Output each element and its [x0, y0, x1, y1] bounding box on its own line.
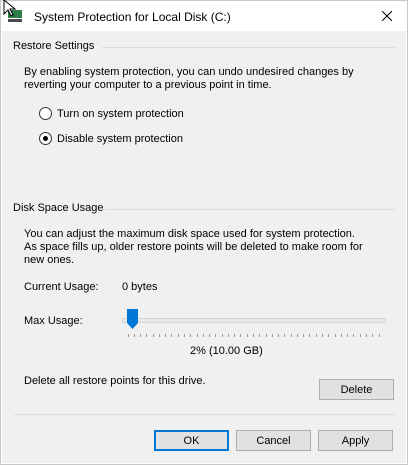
current-usage-label: Current Usage: — [24, 281, 99, 293]
slider-tick — [202, 334, 204, 337]
slider-tick — [328, 334, 330, 337]
slider-tick — [322, 334, 324, 337]
max-usage-value: 2% (10.00 GB) — [190, 345, 263, 357]
delete-restore-points-text: Delete all restore points for this drive… — [24, 375, 206, 387]
footer-divider — [14, 414, 395, 415]
slider-tick — [221, 334, 223, 337]
slider-tick — [240, 334, 242, 337]
slider-tick — [140, 334, 142, 337]
ok-button[interactable]: OK — [154, 430, 229, 451]
slider-tick — [133, 334, 135, 337]
slider-tick — [259, 334, 261, 337]
slider-tick — [284, 334, 286, 337]
slider-tick — [290, 334, 292, 337]
slider-tick — [278, 334, 280, 337]
max-usage-slider[interactable] — [122, 309, 386, 337]
slider-tick — [378, 334, 380, 337]
slider-tick — [171, 334, 173, 337]
apply-button[interactable]: Apply — [318, 430, 393, 451]
slider-tick — [246, 334, 248, 337]
mouse-cursor-icon — [3, 0, 17, 17]
disk-space-usage-separator — [105, 209, 395, 210]
slider-tick — [190, 334, 192, 337]
title-bar: System Protection for Local Disk (C:) — [1, 1, 407, 31]
slider-tick — [253, 334, 254, 337]
window-title: System Protection for Local Disk (C:) — [34, 10, 231, 24]
slider-track[interactable] — [122, 318, 386, 323]
dialog-content: Restore Settings By enabling system prot… — [2, 31, 406, 463]
delete-button[interactable]: Delete — [319, 379, 394, 400]
slider-tick — [227, 334, 229, 337]
disable-protection-radio[interactable]: Disable system protection — [39, 132, 183, 145]
slider-tick — [265, 334, 267, 337]
slider-tick — [353, 334, 355, 337]
slider-tick — [177, 334, 179, 337]
slider-tick — [127, 334, 129, 337]
slider-tick — [372, 334, 374, 337]
slider-tick — [303, 334, 305, 337]
slider-tick — [215, 334, 217, 337]
cancel-button-label: Cancel — [256, 434, 291, 447]
close-button[interactable] — [367, 1, 407, 31]
turn-on-protection-label: Turn on system protection — [57, 107, 184, 120]
radio-button-unchecked[interactable] — [39, 107, 52, 120]
disk-space-usage-title: Disk Space Usage — [13, 202, 104, 214]
max-usage-label: Max Usage: — [24, 315, 83, 327]
system-protection-dialog: System Protection for Local Disk (C:) Re… — [0, 0, 408, 465]
slider-tick — [309, 334, 311, 337]
slider-tick — [347, 334, 349, 337]
slider-tick — [146, 334, 148, 337]
slider-tick — [234, 334, 236, 337]
current-usage-value: 0 bytes — [122, 281, 158, 293]
slider-tick — [365, 334, 367, 337]
restore-settings-description: By enabling system protection, you can u… — [24, 66, 354, 91]
restore-settings-separator — [102, 47, 395, 48]
slider-thumb[interactable] — [127, 309, 139, 329]
slider-tick — [152, 334, 154, 337]
disable-protection-label: Disable system protection — [57, 132, 183, 145]
slider-tick — [359, 334, 361, 337]
slider-tick — [334, 334, 336, 337]
slider-tick — [158, 334, 160, 337]
slider-tick — [165, 334, 167, 337]
slider-tick — [315, 334, 317, 337]
slider-tick — [196, 334, 198, 337]
turn-on-protection-radio[interactable]: Turn on system protection — [39, 107, 184, 120]
close-icon — [382, 11, 392, 21]
slider-tick — [183, 334, 185, 337]
delete-button-label: Delete — [340, 383, 373, 396]
restore-settings-title: Restore Settings — [13, 40, 95, 52]
cancel-button[interactable]: Cancel — [236, 430, 311, 451]
slider-tick — [209, 334, 211, 337]
slider-tick — [340, 334, 342, 337]
slider-tick — [271, 334, 273, 337]
ok-button-label: OK — [183, 434, 200, 447]
disk-space-description: You can adjust the maximum disk space us… — [24, 228, 363, 266]
apply-button-label: Apply — [341, 434, 370, 447]
slider-tick — [296, 334, 298, 337]
radio-button-checked[interactable] — [39, 132, 52, 145]
